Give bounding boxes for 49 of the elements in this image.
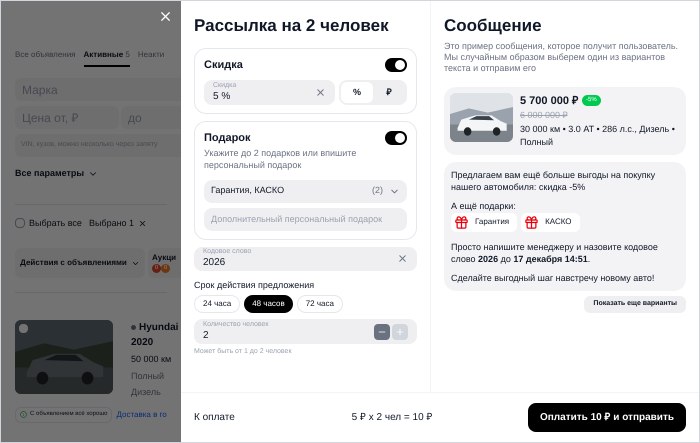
message-text: Просто напишите менеджеру и назовите кодовое слово 2026 до 17 декабря 14:51. xyxy=(451,240,659,264)
message-text: Предлагаем вам ещё больше выгоды на покупку нашего автомобиля: скидка -5% xyxy=(451,168,656,192)
close-icon[interactable] xyxy=(138,218,148,228)
dialog-title: Рассылка на 2 человек xyxy=(194,15,390,37)
listing-fuel: Дизель xyxy=(131,386,162,399)
unit-option[interactable]: % xyxy=(341,82,373,103)
gift-icon xyxy=(524,214,540,230)
gift-icon xyxy=(454,214,469,230)
duration-chip[interactable]: 24 часа xyxy=(194,295,240,313)
auction-label: Аукци xyxy=(152,252,178,264)
panel-description: Это пример сообщения, которое получит пользователь. Мы случайным образом выберем один из вариантов текста и отправим его xyxy=(444,40,680,74)
listing-mileage: 50 000 км xyxy=(131,353,172,366)
car-specs: 30 000 км • 3.0 AT • 286 л.с., Дизель • Полный xyxy=(520,122,676,148)
listing-drive: Полный xyxy=(131,370,165,382)
car-price: 5 700 000 ₽ xyxy=(520,94,578,108)
minus-button[interactable] xyxy=(374,324,390,340)
gift-select[interactable]: Гарантия, КАСКО (2) xyxy=(204,180,407,202)
total-amount: 5 ₽ x 2 чел = 10 ₽ xyxy=(352,411,434,425)
duration-chip[interactable]: 48 часов xyxy=(244,295,293,313)
message-text: Сделайте выгодный шаг навстречу новому авто! xyxy=(451,272,656,284)
checkbox[interactable] xyxy=(19,324,28,333)
actions-button[interactable]: Действия с объявлениями xyxy=(15,248,145,278)
link[interactable]: Все параметры xyxy=(15,167,98,180)
clear-icon[interactable] xyxy=(315,87,326,98)
plus-icon xyxy=(395,326,405,336)
total-label: К оплате xyxy=(194,411,236,425)
toggle-switch[interactable] xyxy=(385,58,407,72)
toggle-switch[interactable] xyxy=(385,131,407,146)
listing-year: 2020 xyxy=(131,336,154,350)
duration-chip[interactable]: 72 часа xyxy=(296,295,343,313)
message-text: А ещё подарки: xyxy=(451,200,517,212)
checkbox-label: Выбрать все xyxy=(29,216,82,230)
panel-title: Сообщение xyxy=(444,15,543,37)
gift-chip: Гарантия xyxy=(451,212,518,232)
section-title: Скидка xyxy=(204,58,243,72)
clear-icon[interactable] xyxy=(397,253,408,264)
input-field[interactable]: Дополнительный персональный подарок xyxy=(204,208,407,230)
selected-count: Выбрано 1 xyxy=(88,216,134,230)
section-title: Подарок xyxy=(204,131,251,146)
tab[interactable]: Активные 5 xyxy=(84,49,130,67)
old-price: 6 000 000 ₽ xyxy=(520,109,569,122)
pay-button[interactable]: Оплатить 10 ₽ и отправить xyxy=(528,403,686,432)
field-label: Срок действия предложения xyxy=(194,278,316,292)
gift-chip: КАСКО xyxy=(521,212,580,232)
section-hint: Укажите до 2 подарков или впишите персональный подарок xyxy=(204,146,358,170)
checkbox[interactable] xyxy=(15,218,25,228)
unit-option[interactable]: ₽ xyxy=(373,82,405,103)
info-icon xyxy=(20,411,27,418)
listing-title: Hyundai xyxy=(139,321,178,335)
